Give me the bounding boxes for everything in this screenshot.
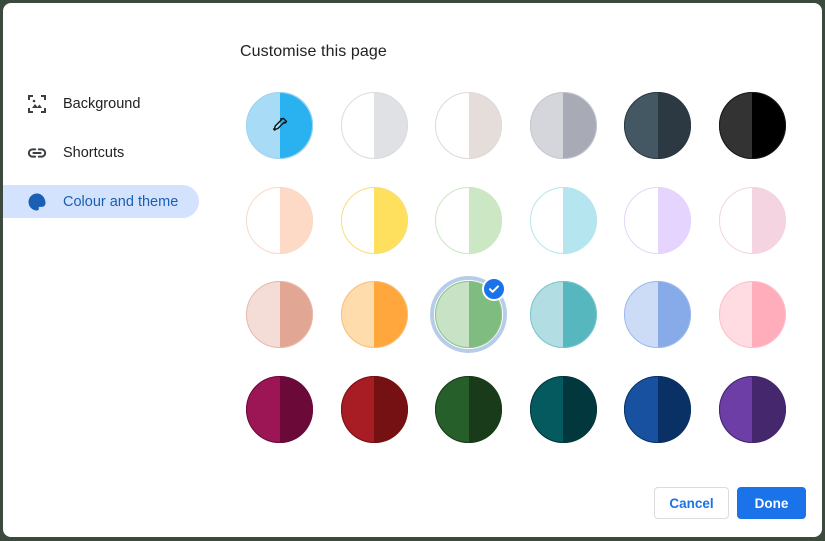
colour-swatch[interactable] bbox=[340, 375, 408, 443]
dialog-title: Customise this page bbox=[240, 43, 387, 60]
colour-swatch[interactable] bbox=[246, 281, 313, 348]
custom-colour-swatch[interactable] bbox=[246, 92, 313, 159]
sidebar-item-shortcuts[interactable]: Shortcuts bbox=[3, 136, 203, 169]
colour-swatch[interactable] bbox=[718, 186, 786, 254]
colour-swatch[interactable] bbox=[718, 281, 786, 348]
background-image-icon bbox=[27, 94, 47, 114]
colour-swatch[interactable] bbox=[435, 186, 502, 254]
sidebar-item-label: Shortcuts bbox=[63, 144, 125, 161]
sidebar-item-colour-and-theme[interactable]: Colour and theme bbox=[3, 185, 199, 218]
colour-swatch[interactable] bbox=[529, 375, 597, 443]
palette-icon bbox=[27, 192, 47, 212]
colour-swatch[interactable] bbox=[529, 281, 597, 348]
colour-swatch[interactable] bbox=[246, 375, 313, 443]
colour-swatch[interactable] bbox=[624, 186, 691, 254]
customise-dialog: Customise this page Background Shortcuts bbox=[3, 3, 822, 537]
colour-swatch[interactable] bbox=[624, 92, 691, 159]
eyedropper-icon bbox=[271, 116, 289, 134]
link-icon bbox=[27, 143, 47, 163]
colour-swatch[interactable] bbox=[624, 375, 691, 443]
colour-swatch[interactable] bbox=[340, 186, 408, 254]
colour-swatch[interactable] bbox=[430, 276, 507, 353]
sidebar-item-label: Background bbox=[63, 95, 141, 112]
colour-swatch[interactable] bbox=[435, 92, 502, 159]
selected-check-icon bbox=[482, 277, 506, 301]
colour-swatch[interactable] bbox=[340, 281, 408, 348]
colour-swatch[interactable] bbox=[718, 375, 786, 443]
cancel-button[interactable]: Cancel bbox=[654, 487, 729, 519]
colour-swatch[interactable] bbox=[435, 375, 502, 443]
colour-swatch[interactable] bbox=[718, 92, 786, 159]
sidebar-item-background[interactable]: Background bbox=[3, 87, 203, 120]
sidebar-nav: Background Shortcuts Colour and theme bbox=[3, 87, 203, 234]
sidebar-item-label: Colour and theme bbox=[63, 193, 179, 210]
colour-swatch-grid bbox=[246, 92, 786, 443]
colour-swatch[interactable] bbox=[624, 281, 691, 348]
colour-swatch[interactable] bbox=[529, 186, 597, 254]
done-button[interactable]: Done bbox=[737, 487, 806, 519]
colour-swatch[interactable] bbox=[529, 92, 597, 159]
colour-swatch[interactable] bbox=[340, 92, 408, 159]
colour-swatch[interactable] bbox=[246, 186, 313, 254]
